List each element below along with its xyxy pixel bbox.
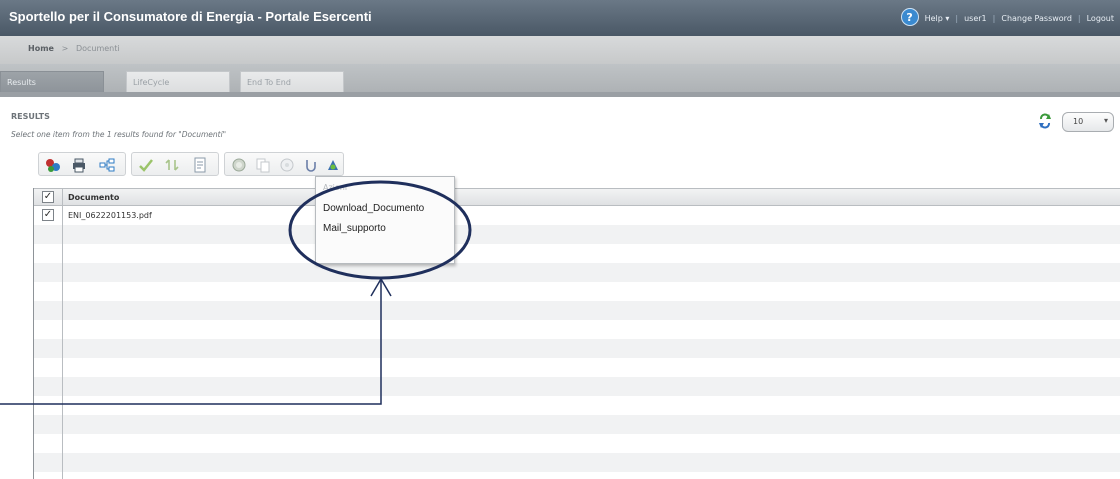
table-row xyxy=(34,415,1120,434)
table-row xyxy=(34,301,1120,320)
app-title: Sportello per il Consumatore di Energia … xyxy=(9,9,372,24)
menu-item-mail-supporto[interactable]: Mail_supporto xyxy=(323,223,386,234)
chevron-down-icon: ▾ xyxy=(1103,116,1108,125)
divider: | xyxy=(955,14,959,23)
menu-item-download-documento[interactable]: Download_Documento xyxy=(323,203,424,214)
breadcrumb: Home > Documenti xyxy=(0,36,1120,64)
results-subtitle: Select one item from the 1 results found… xyxy=(11,130,227,139)
table-row xyxy=(34,339,1120,358)
table-header: ✓ Documento xyxy=(34,188,1120,206)
breadcrumb-current: Documenti xyxy=(75,44,120,53)
help-icon[interactable]: ? xyxy=(900,8,919,26)
toolbar-group xyxy=(38,152,126,176)
table-row xyxy=(34,244,1120,263)
actions-icon[interactable] xyxy=(325,157,341,173)
divider: | xyxy=(992,14,996,23)
hierarchy-icon[interactable] xyxy=(99,157,115,173)
logout-link[interactable]: Logout xyxy=(1087,14,1114,23)
print-icon[interactable] xyxy=(71,157,87,173)
column-divider xyxy=(62,188,63,479)
breadcrumb-separator: > xyxy=(61,44,69,53)
row-checkbox[interactable]: ✓ xyxy=(42,209,54,221)
tab-end-to-end[interactable]: End To End xyxy=(240,71,344,92)
document-icon[interactable] xyxy=(192,157,208,173)
header-actions: ? Help ▾ | user1 | Change Password | Log… xyxy=(900,8,1114,26)
table-row xyxy=(34,358,1120,377)
toolbar-group xyxy=(224,152,344,176)
breadcrumb-home[interactable]: Home xyxy=(28,44,54,53)
actions-menu: Azioni Download_Documento Mail_supporto xyxy=(315,176,455,264)
sync-icon[interactable] xyxy=(164,157,180,173)
disc-icon[interactable] xyxy=(279,157,295,173)
table-row xyxy=(34,434,1120,453)
file-name[interactable]: ENI_0622201153.pdf xyxy=(68,211,152,220)
tab-bar: Results LifeCycle End To End xyxy=(0,64,1120,92)
check-icon[interactable] xyxy=(138,157,154,173)
tab-results[interactable]: Results xyxy=(0,71,104,92)
relations-icon[interactable] xyxy=(45,157,61,173)
page-size-value: 10 xyxy=(1073,117,1084,126)
divider: | xyxy=(1077,14,1081,23)
attachment-icon[interactable] xyxy=(303,157,319,173)
copy-icon[interactable] xyxy=(255,157,271,173)
divider xyxy=(0,92,1120,97)
table-row xyxy=(34,396,1120,415)
page-size-select[interactable]: 10 ▾ xyxy=(1062,112,1114,132)
app-header: Sportello per il Consumatore di Energia … xyxy=(0,0,1120,36)
refresh-icon[interactable] xyxy=(1038,113,1052,129)
menu-title: Azioni xyxy=(323,183,348,192)
table-row xyxy=(34,282,1120,301)
tab-lifecycle[interactable]: LifeCycle xyxy=(126,71,230,92)
column-header-documento[interactable]: Documento xyxy=(68,193,119,202)
table-row xyxy=(34,453,1120,472)
stamp-icon[interactable] xyxy=(231,157,247,173)
table-row xyxy=(34,263,1120,282)
results-heading: RESULTS xyxy=(11,112,50,121)
user-name[interactable]: user1 xyxy=(964,14,987,23)
toolbar-group xyxy=(131,152,219,176)
help-menu[interactable]: Help ▾ xyxy=(925,14,950,23)
table-row xyxy=(34,225,1120,244)
table-row xyxy=(34,377,1120,396)
table-row xyxy=(34,320,1120,339)
table-row[interactable]: ✓ ENI_0622201153.pdf xyxy=(34,206,1120,225)
results-table: ✓ Documento ✓ ENI_0622201153.pdf xyxy=(33,188,1120,479)
change-password-link[interactable]: Change Password xyxy=(1001,14,1072,23)
select-all-checkbox[interactable]: ✓ xyxy=(42,191,54,203)
